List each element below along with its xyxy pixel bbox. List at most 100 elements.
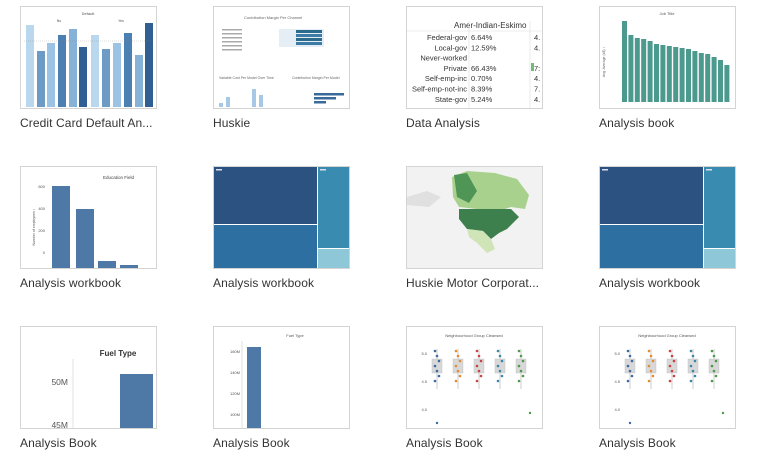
data-point [454,379,458,383]
data-point [521,359,525,363]
y-tick: 45M [51,420,68,428]
data-point [517,349,521,353]
workbook-thumbnail[interactable] [406,166,543,269]
chart-bar [314,93,344,96]
data-point [647,379,651,383]
data-point [433,379,437,383]
workbook-thumbnail[interactable]: Amer-Indian-Eskimo Federal-gov 6.64% 4. Loca… [406,6,543,109]
thumb-title: Default [82,11,96,16]
thumb-subtitle: Variable Cost Per Model Over Time [219,76,274,80]
cell-highlight [531,63,534,71]
y-axis-label: Avg. Average (k$) ↑ [602,47,606,78]
data-point [496,349,500,353]
workbook-title[interactable]: Analysis workbook [599,276,749,290]
table-row-label [222,29,242,31]
chart-bar [76,209,94,268]
thumbnail-image: Amer-Indian-Eskimo Federal-gov 6.64% 4. Loca… [407,21,542,108]
y-tick: 400 [38,206,45,211]
workbook-title[interactable]: Analysis Book [20,436,170,450]
workbook-thumbnail[interactable]: Default No Yes [20,6,157,109]
workbook-title[interactable]: Huskie Motor Corporat... [406,276,556,290]
chart-bar [705,54,711,102]
data-point [630,374,634,378]
chart-bar [718,60,723,102]
chart-bar [26,25,34,107]
workbook-thumbnail[interactable] [599,166,736,269]
data-point [714,359,718,363]
treemap-block [704,249,735,268]
data-point [721,411,725,415]
cell-value: 7. [534,85,540,94]
data-point [528,411,532,415]
workbook-title[interactable]: Data Analysis [406,116,556,130]
chart-bar [252,89,256,107]
table-row-label [222,33,242,35]
workbook-title[interactable]: Analysis workbook [213,276,363,290]
row-label: Federal-gov [427,33,467,42]
workbook-thumbnail[interactable]: Neighbourhood Group Cleansed 5.0 4.5 4.0 [599,326,736,429]
thumbnail-image: Contribution Margin Per Channel Variable … [219,15,344,107]
workbook-thumbnail[interactable]: Fuel Type 50M 45M [20,326,157,429]
chart-bar [247,347,261,428]
row-label: State-gov [435,95,467,104]
table-cell [296,42,322,45]
chart-bar [47,43,55,107]
data-point [693,374,697,378]
data-point [454,364,458,368]
thumb-title: Fuel Type [100,349,137,358]
workbook-thumbnail[interactable]: Job Title Avg. Average (k$) ↑ [599,6,736,109]
workbook-title[interactable]: Analysis Book [599,436,749,450]
table-row-label [222,41,242,43]
chart-bar [52,186,70,268]
data-point [689,349,693,353]
workbook-title[interactable]: Analysis Book [213,436,363,450]
workbook-title[interactable]: Analysis Book [406,436,556,450]
workbook-title[interactable]: Analysis workbook [20,276,170,290]
data-point [628,369,632,373]
thumbnail-image [600,167,735,268]
cell-value: 6.64% [471,33,493,42]
workbook-thumbnail[interactable] [213,166,350,269]
treemap-block [600,167,703,224]
data-point [498,369,502,373]
thumb-label: No [57,19,62,23]
data-point [714,374,718,378]
row-label: Self-emp-inc [425,74,467,83]
thumb-title: Contribution Margin Per Channel [244,15,302,20]
workbook-thumbnail[interactable]: Education Field Number of employees ↑ 600 4… [20,166,157,269]
workbook-title[interactable]: Huskie [213,116,363,130]
workbook-title[interactable]: Analysis book [599,116,749,130]
cell-value: 4. [534,43,540,52]
data-point [672,359,676,363]
workbook-title[interactable]: Credit Card Default An... [20,116,170,130]
data-point [691,354,695,358]
treemap-label [320,169,326,171]
data-point [670,369,674,373]
y-tick: 140M [230,370,240,375]
data-point [693,359,697,363]
workbook-thumbnail[interactable]: Neighbourhood Group Cleansed 5.0 4.5 4.0 [406,326,543,429]
thumb-title: Neighbourhood Group Cleansed [445,333,503,338]
chart-bar [120,265,138,268]
y-tick: 4.0 [614,407,620,412]
data-point [626,379,630,383]
chart-bar [724,65,730,102]
cell-value: 4. [534,74,540,83]
chart-bar [98,261,116,268]
chart-bar [259,95,263,107]
data-point [710,364,714,368]
data-point [433,364,437,368]
y-tick: 50M [51,377,68,387]
data-point [500,374,504,378]
chart-bar [660,45,666,102]
workbook-thumbnail[interactable]: Contribution Margin Per Channel Variable … [213,6,350,109]
data-point [710,379,714,383]
chart-bar [686,49,691,102]
data-point [668,364,672,368]
data-point [496,364,500,368]
chart-bar [314,97,336,100]
data-point [672,374,676,378]
chart-bar [135,55,143,107]
workbook-thumbnail[interactable]: Fuel Type 160M 140M 120M 100M [213,326,350,429]
treemap-block [214,167,317,224]
